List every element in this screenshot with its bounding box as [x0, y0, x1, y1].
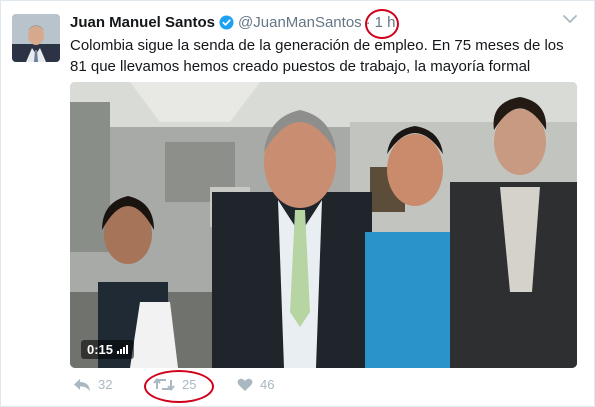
video-duration: 0:15 [87, 342, 114, 357]
avatar[interactable] [12, 14, 60, 62]
tweet-header: Juan Manuel Santos @JuanManSantos · 1 h [70, 8, 399, 39]
verified-badge-icon [219, 14, 234, 30]
chevron-down-icon[interactable] [562, 11, 578, 27]
tweet-text: Colombia sigue la senda de la generación… [70, 37, 564, 75]
video-player[interactable]: 0:15 [70, 82, 577, 368]
video-thumbnail [70, 82, 577, 368]
like-count: 46 [260, 377, 275, 392]
tweet-actions: 32 25 46 [70, 370, 490, 403]
volume-bars-icon [116, 345, 129, 354]
video-duration-badge: 0:15 [81, 340, 135, 359]
user-name[interactable]: Juan Manuel Santos [70, 14, 215, 31]
timestamp-annotation-circle [364, 8, 399, 39]
like-button[interactable]: 46 [237, 377, 274, 392]
retweet-button[interactable]: 25 [144, 370, 214, 403]
reply-count: 32 [98, 377, 113, 392]
retweet-annotation-circle [144, 370, 214, 403]
tweet-timestamp[interactable]: 1 h [364, 8, 399, 39]
reply-icon [74, 378, 90, 391]
heart-icon [237, 378, 253, 391]
reply-button[interactable]: 32 [73, 377, 112, 392]
tweet-card: Juan Manuel Santos @JuanManSantos · 1 h … [0, 0, 595, 407]
user-handle[interactable]: @JuanManSantos [238, 14, 362, 31]
